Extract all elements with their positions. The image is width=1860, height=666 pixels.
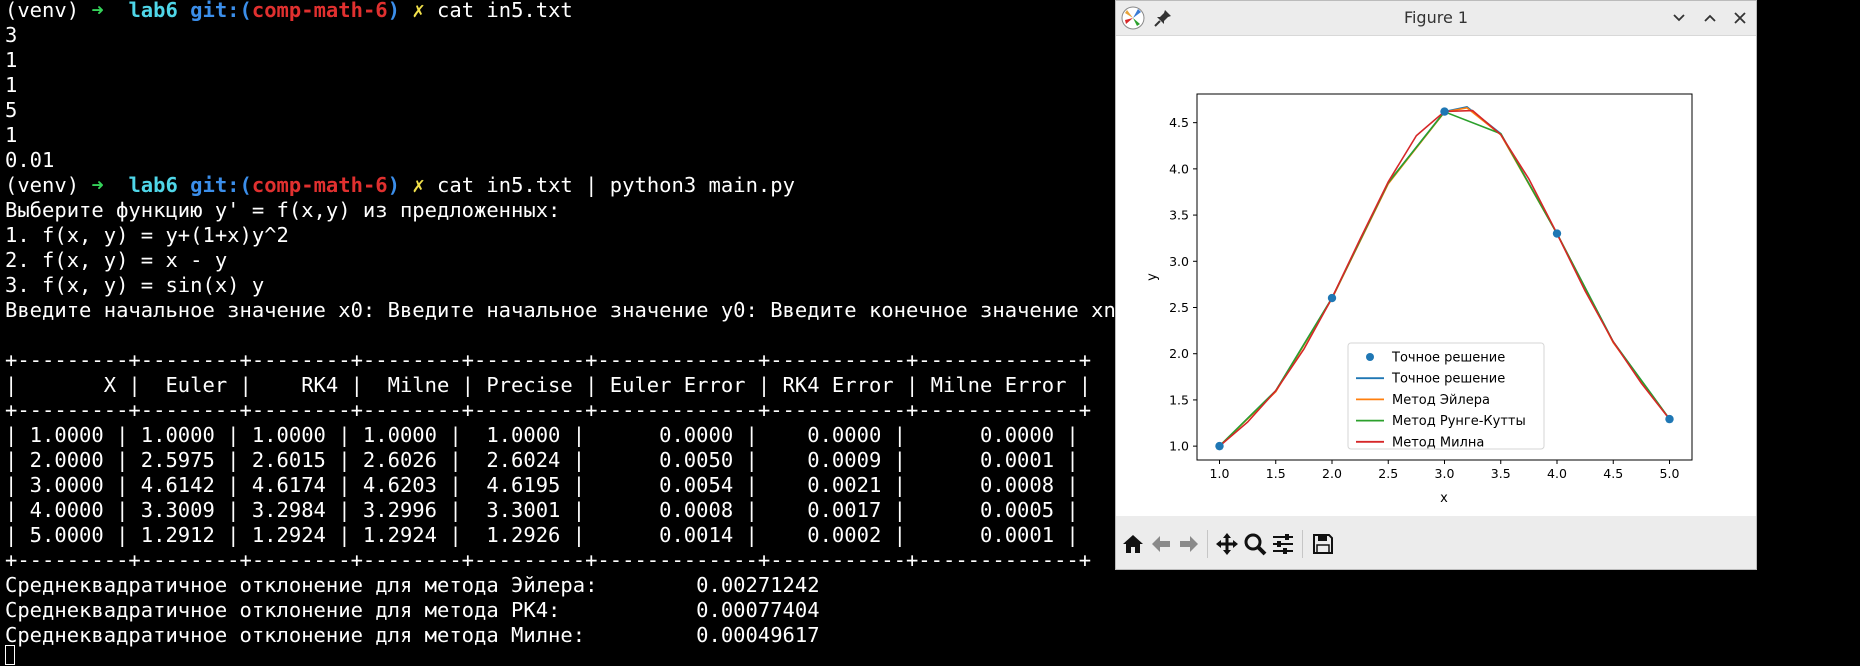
maximize-button[interactable] <box>1700 8 1720 28</box>
chevron-down-icon <box>1673 14 1685 22</box>
x-tick-label: 3.5 <box>1491 466 1511 481</box>
close-icon <box>1734 12 1746 24</box>
chevron-up-icon <box>1704 14 1716 22</box>
legend-label: Метод Милна <box>1392 435 1484 450</box>
table-row: | 3.0000 | 4.6142 | 4.6174 | 4.6203 | 4.… <box>5 473 1079 497</box>
y-tick-label: 3.0 <box>1169 254 1189 269</box>
forward-icon[interactable] <box>1176 531 1202 557</box>
toolbar-separator <box>1302 530 1303 558</box>
y-axis-label: y <box>1145 273 1160 281</box>
precise-point <box>1552 229 1562 238</box>
x-tick-label: 4.0 <box>1547 466 1567 481</box>
output-line: 1 <box>5 123 18 147</box>
save-icon[interactable] <box>1310 531 1336 557</box>
summary-line: Среднеквадратичное отклонение для метода… <box>5 623 820 647</box>
precise-point <box>1327 293 1337 303</box>
zoom-icon[interactable] <box>1242 531 1268 557</box>
legend-label: Метод Эйлера <box>1392 393 1490 408</box>
legend-label: Точное решение <box>1391 372 1505 387</box>
figure-window[interactable]: Figure 1 1.0 1.5 2.0 2.5 3.0 3.5 4.0 4.5 5.0 1.0 1… <box>1115 0 1757 570</box>
y-tick-label: 4.5 <box>1169 115 1189 130</box>
directory-label: lab6 <box>128 173 178 197</box>
window-title: Figure 1 <box>1403 8 1469 27</box>
git-label: git:( <box>190 0 252 22</box>
git-close: ) <box>387 0 400 22</box>
figure-toolbar <box>1116 516 1756 569</box>
x-tick-label: 1.5 <box>1266 466 1286 481</box>
configure-icon[interactable] <box>1270 531 1296 557</box>
table-border: +---------+--------+--------+--------+--… <box>5 348 1092 372</box>
menu-line: 1. f(x, y) = y+(1+x)y^2 <box>5 223 289 247</box>
precise-point <box>1215 441 1224 451</box>
legend-marker <box>1366 353 1374 361</box>
git-close: ) <box>387 173 400 197</box>
y-tick-label: 3.5 <box>1169 208 1189 223</box>
table-row: | 5.0000 | 1.2912 | 1.2924 | 1.2924 | 1.… <box>5 523 1079 547</box>
table-row: | 4.0000 | 3.3009 | 3.2984 | 3.2996 | 3.… <box>5 498 1079 522</box>
y-tick-label: 1.0 <box>1169 439 1189 454</box>
summary-line: Среднеквадратичное отклонение для метода… <box>5 573 820 597</box>
menu-line: 2. f(x, y) = x - y <box>5 248 228 272</box>
output-line: 0.01 <box>5 148 55 172</box>
command-text: cat in5.txt <box>437 0 573 22</box>
legend-label: Точное решение <box>1391 351 1505 366</box>
minimize-button[interactable] <box>1669 8 1689 28</box>
prompt-line-1: (venv) ➜ lab6 git:(comp-math-6) ✗ cat in… <box>5 0 573 23</box>
table-header: | X | Euler | RK4 | Milne | Precise | Eu… <box>5 373 1092 397</box>
terminal-cursor <box>5 645 15 665</box>
title-bar[interactable]: Figure 1 <box>1116 1 1756 36</box>
legend-label: Метод Рунге-Кутты <box>1392 414 1526 429</box>
git-branch: comp-math-6 <box>251 0 388 22</box>
prompt-arrow: ➜ <box>91 0 104 22</box>
x-tick-label: 5.0 <box>1660 466 1680 481</box>
toolbar-separator <box>1207 530 1208 558</box>
x-tick-label: 2.5 <box>1378 466 1398 481</box>
table-border: +---------+--------+--------+--------+--… <box>5 398 1092 422</box>
git-label: git:( <box>190 173 252 197</box>
git-branch: comp-math-6 <box>251 173 388 197</box>
table-row: | 2.0000 | 2.5975 | 2.6015 | 2.6026 | 2.… <box>5 448 1079 472</box>
pan-icon[interactable] <box>1214 531 1240 557</box>
y-tick-label: 2.5 <box>1169 300 1189 315</box>
precise-point <box>1665 414 1674 424</box>
x-tick-label: 3.0 <box>1435 466 1455 481</box>
x-tick-label: 2.0 <box>1322 466 1342 481</box>
chart-canvas[interactable]: 1.0 1.5 2.0 2.5 3.0 3.5 4.0 4.5 5.0 1.0 1.5 2.0 2.5 3… <box>1116 36 1756 516</box>
y-tick-label: 1.5 <box>1169 392 1189 407</box>
dirty-mark: ✗ <box>412 0 425 22</box>
output-line: 3 <box>5 23 18 47</box>
venv-label: (venv) <box>5 0 80 22</box>
x-tick-label: 4.5 <box>1603 466 1623 481</box>
home-icon[interactable] <box>1120 531 1146 557</box>
command-text: cat in5.txt | python3 main.py <box>437 173 795 197</box>
menu-line: 3. f(x, y) = sin(x) y <box>5 273 265 297</box>
prompt-line-2: (venv) ➜ lab6 git:(comp-math-6) ✗ cat in… <box>5 173 795 198</box>
back-icon[interactable] <box>1148 531 1174 557</box>
summary-line: Среднеквадратичное отклонение для метода… <box>5 598 820 622</box>
directory-label: lab6 <box>128 0 178 22</box>
x-axis-label: x <box>1440 491 1448 506</box>
output-line: 1 <box>5 48 18 72</box>
menu-line: Выберите функцию y' = f(x,y) из предложе… <box>5 198 561 222</box>
table-row: | 1.0000 | 1.0000 | 1.0000 | 1.0000 | 1.… <box>5 423 1079 447</box>
prompt-arrow: ➜ <box>91 173 104 197</box>
x-tick-label: 1.0 <box>1210 466 1230 481</box>
precise-point <box>1440 107 1449 116</box>
dirty-mark: ✗ <box>412 173 425 197</box>
output-line: 5 <box>5 98 18 122</box>
close-button[interactable] <box>1730 8 1750 28</box>
y-tick-label: 2.0 <box>1169 346 1189 361</box>
table-border: +---------+--------+--------+--------+--… <box>5 548 1092 572</box>
venv-label: (venv) <box>5 173 80 197</box>
y-tick-label: 4.0 <box>1169 161 1189 176</box>
output-line: 1 <box>5 73 18 97</box>
